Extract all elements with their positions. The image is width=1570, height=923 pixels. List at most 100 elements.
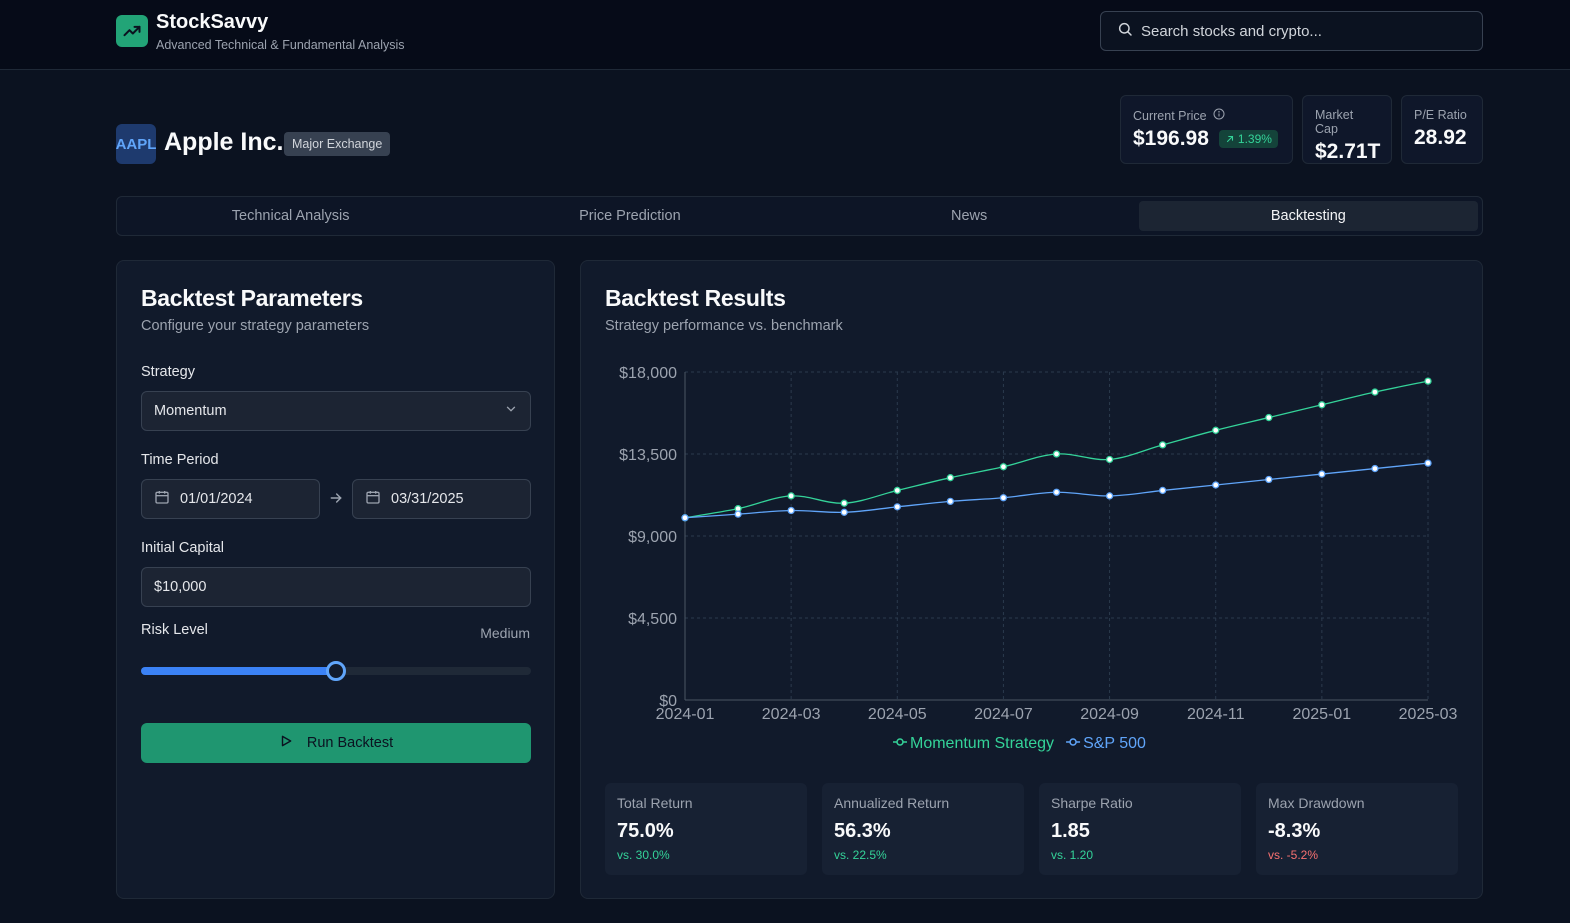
data-point-sp500 <box>840 508 848 516</box>
tab-price-prediction[interactable]: Price Prediction <box>460 201 799 231</box>
strategy-select[interactable]: Momentum <box>141 391 531 431</box>
market-cap-card: Market Cap $2.71T <box>1302 95 1392 164</box>
data-point-momentum-strategy <box>1265 413 1273 422</box>
legend-swatch-dot-momentum-strategy <box>896 738 904 746</box>
data-point-sp500 <box>1212 481 1220 489</box>
ticker-badge: AAPL <box>116 124 156 164</box>
data-point-momentum-strategy <box>1158 441 1167 449</box>
data-point-momentum-strategy <box>946 474 955 482</box>
data-point-sp500 <box>1318 470 1326 478</box>
data-point-sp500 <box>893 503 901 511</box>
pe-ratio: 28.92 <box>1414 126 1467 149</box>
price-change: 1.39% <box>1237 132 1272 146</box>
company-name: Apple Inc. <box>164 128 284 156</box>
risk-level-value: Medium <box>480 625 530 641</box>
risk-level-fill <box>141 667 336 675</box>
data-point-momentum-strategy <box>999 463 1008 471</box>
info-icon[interactable] <box>1213 108 1225 123</box>
pe-ratio-label: P/E Ratio <box>1414 108 1467 122</box>
y-tick-label: $18,000 <box>619 365 677 382</box>
initial-capital-input[interactable] <box>154 579 514 595</box>
data-point-momentum-strategy <box>1212 426 1220 434</box>
data-point-sp500 <box>1105 492 1114 500</box>
data-point-sp500 <box>681 514 689 522</box>
y-tick-label: $13,500 <box>619 447 677 464</box>
metric-value: 1.85 <box>1051 820 1090 842</box>
risk-level-label: Risk Level <box>141 622 208 638</box>
search-icon <box>1117 21 1133 42</box>
data-point-sp500 <box>1424 459 1432 467</box>
risk-level-thumb[interactable] <box>326 661 346 681</box>
risk-level-slider[interactable] <box>141 661 531 681</box>
end-date: 03/31/2025 <box>391 491 464 507</box>
start-date-picker[interactable]: 01/01/2024 <box>141 479 320 519</box>
metric-compare: vs. 30.0% <box>617 848 670 862</box>
x-tick-label: 2024-05 <box>868 706 927 723</box>
metric-compare: vs. 22.5% <box>834 848 887 862</box>
run-backtest-button[interactable]: Run Backtest <box>141 723 531 763</box>
y-tick-label: $4,500 <box>628 611 677 628</box>
metric-label: Max Drawdown <box>1268 795 1365 811</box>
exchange-badge: Major Exchange <box>284 132 391 156</box>
x-tick-label: 2024-07 <box>974 706 1033 723</box>
metric-label: Annualized Return <box>834 795 950 811</box>
data-point-sp500 <box>734 510 742 518</box>
parameters-subtitle: Configure your strategy parameters <box>141 318 370 334</box>
metric-compare: vs. 1.20 <box>1051 848 1094 862</box>
trending-up-icon[interactable] <box>116 15 148 47</box>
play-icon <box>279 734 293 752</box>
search-input[interactable] <box>1141 22 1461 40</box>
tab-technical-analysis[interactable]: Technical Analysis <box>121 201 460 231</box>
strategy-value: Momentum <box>154 403 227 419</box>
metric-label: Sharpe Ratio <box>1051 795 1133 811</box>
metric-label: Total Return <box>617 795 693 811</box>
parameters-title: Backtest Parameters <box>141 285 363 311</box>
data-point-momentum-strategy <box>1318 401 1326 409</box>
legend-swatch-dot-sp500 <box>1069 738 1077 746</box>
time-period-label: Time Period <box>141 452 219 468</box>
analysis-tabs: Technical Analysis Price Prediction News… <box>116 196 1483 236</box>
chevron-down-icon <box>504 402 518 420</box>
end-date-picker[interactable]: 03/31/2025 <box>352 479 531 519</box>
strategy-label: Strategy <box>141 364 195 380</box>
data-point-sp500 <box>1265 475 1273 484</box>
run-backtest-label: Run Backtest <box>306 735 394 751</box>
data-point-momentum-strategy <box>893 486 901 495</box>
x-tick-label: 2025-03 <box>1399 706 1458 723</box>
x-tick-label: 2025-01 <box>1292 706 1351 723</box>
arrow-up-right-icon <box>1226 135 1233 143</box>
data-point-momentum-strategy <box>787 492 795 500</box>
data-point-momentum-strategy <box>1105 455 1114 464</box>
metric-max-drawdown: Max Drawdown -8.3% vs. -5.2% <box>1256 783 1458 875</box>
initial-capital-field[interactable] <box>141 567 531 607</box>
calendar-icon <box>154 489 170 509</box>
performance-chart: $0$4,500$9,000$13,500$18,0002024-01 2024-… <box>619 365 1458 752</box>
data-point-momentum-strategy <box>1424 377 1432 385</box>
data-point-momentum-strategy <box>1052 450 1061 458</box>
metric-value: 56.3% <box>834 820 891 842</box>
pe-ratio-card: P/E Ratio 28.92 <box>1401 95 1483 164</box>
metric-value: 75.0% <box>617 820 674 842</box>
data-point-sp500 <box>999 494 1008 502</box>
brand-name[interactable]: StockSavvy <box>156 11 268 34</box>
legend-label-momentum-strategy: Momentum Strategy <box>910 735 1054 752</box>
price-change-badge: 1.39% <box>1218 130 1278 148</box>
data-point-sp500 <box>787 506 795 515</box>
current-price-label: Current Price <box>1133 108 1207 123</box>
initial-capital-label: Initial Capital <box>141 540 225 556</box>
tab-news[interactable]: News <box>800 201 1139 231</box>
tab-backtesting[interactable]: Backtesting <box>1138 201 1478 231</box>
backtest-results-panel: Backtest Results Strategy performance vs… <box>580 260 1483 899</box>
backtest-parameters-panel: Backtest Parameters Configure your strat… <box>116 260 555 899</box>
data-point-sp500 <box>1158 486 1167 495</box>
x-tick-label: 2024-03 <box>762 706 821 723</box>
search-box[interactable] <box>1100 11 1483 51</box>
metric-value: -8.3% <box>1268 820 1321 842</box>
x-tick-label: 2024-11 <box>1187 706 1245 723</box>
current-price-card: Current Price $196.98 1.39% <box>1120 95 1293 164</box>
data-point-sp500 <box>1052 488 1061 496</box>
metric-sharpe-ratio: Sharpe Ratio 1.85 vs. 1.20 <box>1039 783 1241 875</box>
series-line-momentum-strategy <box>684 380 1429 519</box>
market-cap: $2.71T <box>1315 140 1381 163</box>
data-point-sp500 <box>946 497 955 506</box>
